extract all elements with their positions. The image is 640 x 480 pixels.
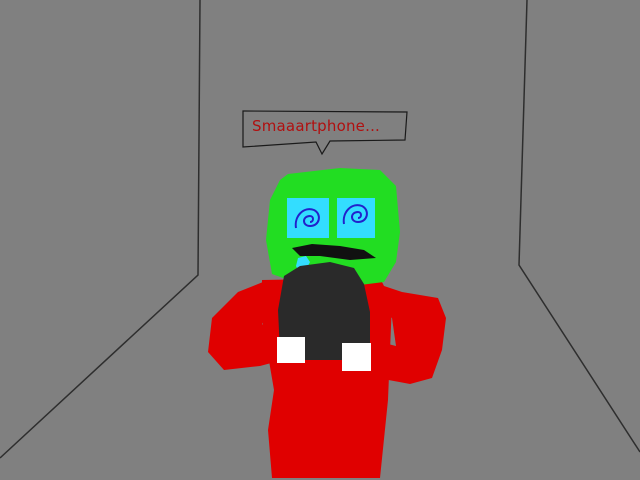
- right-hand: [342, 343, 371, 371]
- right-eye: [337, 198, 375, 238]
- speech-bubble-text: Smaaartphone...: [252, 117, 381, 135]
- left-hand: [277, 337, 305, 363]
- left-eye: [287, 198, 329, 238]
- drawing-scene: Smaaartphone...: [0, 0, 640, 480]
- scene-art: [0, 0, 640, 478]
- right-wall-edge: [518, 0, 640, 453]
- left-wall-edge: [0, 0, 201, 459]
